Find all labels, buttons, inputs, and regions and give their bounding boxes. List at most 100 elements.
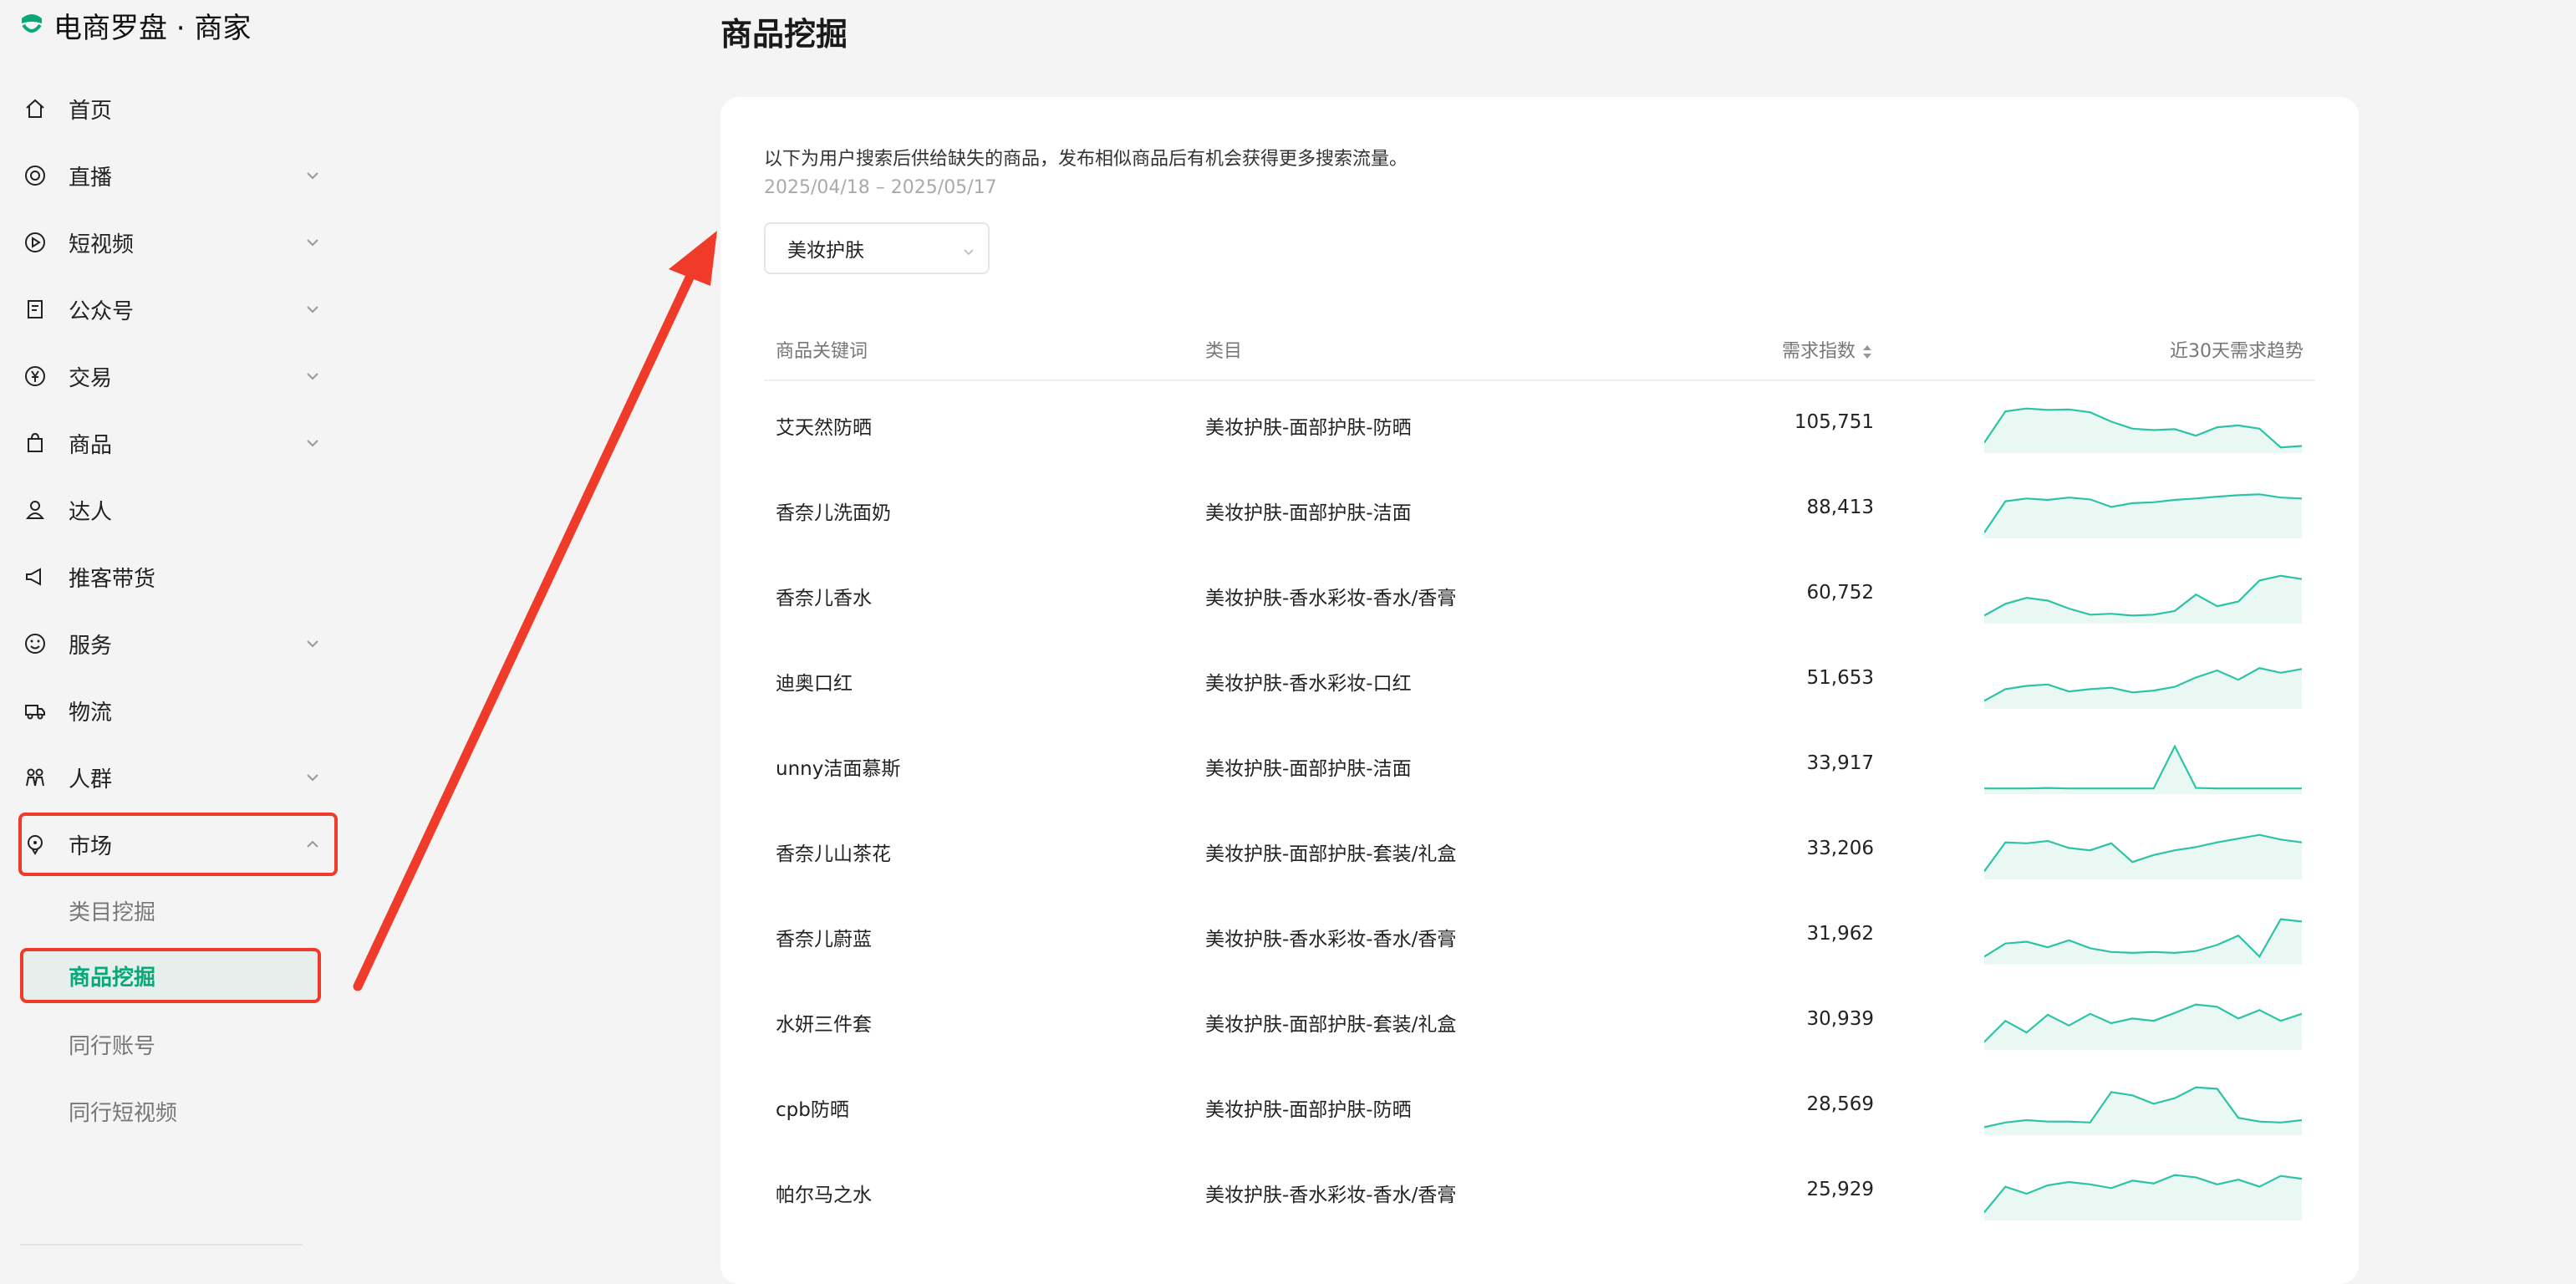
row-trend-sparkline: [1984, 574, 2302, 624]
yen-icon: [23, 364, 47, 388]
smile-icon: [23, 632, 47, 655]
table-header: 商品关键词 类目 需求指数 近30天需求趋势: [764, 314, 2315, 381]
row-keyword: 帕尔马之水: [776, 1185, 872, 1206]
row-keyword: cpb防晒: [776, 1099, 849, 1121]
row-keyword: 香奈儿洗面奶: [776, 502, 891, 524]
play-icon: [23, 231, 47, 254]
row-index: 28,569: [1806, 1093, 1874, 1115]
category-select[interactable]: 美妆护肤: [764, 222, 990, 274]
sidebar-subitem-label: 类目挖掘: [69, 899, 156, 925]
row-category: 美妆护肤-香水彩妆-香水/香膏: [1205, 1185, 1457, 1206]
chevron-down-icon: [301, 766, 324, 789]
chevron-down-icon: [301, 431, 324, 455]
sidebar-subitem-label: 同行账号: [69, 1033, 156, 1059]
brand[interactable]: 电商罗盘 · 商家: [18, 7, 252, 45]
row-index: 33,917: [1806, 752, 1874, 774]
content-card: 以下为用户搜索后供给缺失的商品，发布相似商品后有机会获得更多搜索流量。 2025…: [720, 97, 2359, 1284]
table-row[interactable]: 香奈儿山茶花 美妆护肤-面部护肤-套装/礼盒 33,206: [764, 808, 2315, 893]
table-row[interactable]: 艾天然防晒 美妆护肤-面部护肤-防晒 105,751: [764, 381, 2315, 466]
row-keyword: 香奈儿山茶花: [776, 843, 891, 865]
row-index: 33,206: [1806, 838, 1874, 859]
table-row[interactable]: cpb防晒 美妆护肤-面部护肤-防晒 28,569: [764, 1063, 2315, 1149]
header-index-label: 需求指数: [1781, 341, 1856, 362]
document-icon: [23, 298, 47, 321]
chevron-down-icon: [301, 298, 324, 321]
row-trend-sparkline: [1984, 1003, 2302, 1050]
sort-icon[interactable]: [1861, 343, 1874, 361]
sidebar-item-10[interactable]: 人群: [23, 752, 324, 802]
brand-title: 电商罗盘 · 商家: [53, 11, 252, 45]
sidebar-item-label: 人群: [69, 767, 113, 792]
sidebar-subitem-2[interactable]: 同行账号: [22, 1018, 321, 1070]
row-category: 美妆护肤-面部护肤-套装/礼盒: [1205, 1014, 1457, 1036]
header-index[interactable]: 需求指数: [1782, 336, 1874, 363]
chevron-down-icon: [961, 242, 976, 257]
sidebar-item-6[interactable]: 达人: [23, 485, 324, 535]
header-keyword: 商品关键词: [776, 341, 868, 362]
brand-logo-icon: [18, 12, 45, 38]
row-trend-sparkline: [1984, 1086, 2302, 1135]
sidebar-subitem-label: 同行短视频: [69, 1100, 178, 1126]
sidebar-item-7[interactable]: 推客带货: [23, 552, 324, 602]
row-trend-sparkline: [1984, 833, 2302, 879]
row-category: 美妆护肤-面部护肤-洁面: [1205, 758, 1412, 780]
sidebar-item-label: 交易: [69, 365, 113, 391]
table-row[interactable]: unny洁面慕斯 美妆护肤-面部护肤-洁面 33,917: [764, 722, 2315, 808]
sidebar-item-2[interactable]: 短视频: [23, 217, 324, 268]
category-select-value: 美妆护肤: [787, 240, 864, 262]
row-category: 美妆护肤-香水彩妆-香水/香膏: [1205, 929, 1457, 950]
sidebar-item-label: 推客带货: [69, 566, 156, 592]
row-category: 美妆护肤-面部护肤-防晒: [1205, 417, 1412, 439]
sidebar-item-5[interactable]: 商品: [23, 418, 324, 468]
row-index: 105,751: [1794, 411, 1874, 433]
row-index: 30,939: [1806, 1008, 1874, 1030]
product-table: 商品关键词 类目 需求指数 近30天需求趋势 艾天然防晒 美妆护肤-面部护肤-防…: [764, 314, 2315, 1234]
row-keyword: 水妍三件套: [776, 1014, 872, 1036]
row-category: 美妆护肤-面部护肤-套装/礼盒: [1205, 843, 1457, 865]
sparkline-area: [1984, 494, 2302, 538]
header-trend: 近30天需求趋势: [2170, 341, 2304, 362]
table-row[interactable]: 香奈儿蔚蓝 美妆护肤-香水彩妆-香水/香膏 31,962: [764, 893, 2315, 978]
chevron-down-icon: [301, 164, 324, 187]
sidebar-item-4[interactable]: 交易: [23, 351, 324, 401]
group-icon: [23, 766, 47, 789]
row-trend-sparkline: [1984, 1174, 2302, 1220]
row-index: 60,752: [1806, 582, 1874, 604]
sidebar-item-8[interactable]: 服务: [23, 619, 324, 669]
row-index: 51,653: [1806, 667, 1874, 689]
row-category: 美妆护肤-面部护肤-防晒: [1205, 1099, 1412, 1121]
sidebar-item-9[interactable]: 物流: [23, 685, 324, 736]
row-trend-sparkline: [1984, 918, 2302, 965]
sidebar-item-0[interactable]: 首页: [23, 84, 324, 134]
chevron-down-icon: [301, 632, 324, 655]
row-keyword: unny洁面慕斯: [776, 758, 901, 780]
row-category: 美妆护肤-香水彩妆-香水/香膏: [1205, 588, 1457, 609]
sidebar-subitem-0[interactable]: 类目挖掘: [22, 884, 321, 936]
home-icon: [23, 97, 47, 120]
sidebar-subitem-3[interactable]: 同行短视频: [22, 1085, 321, 1137]
sidebar-item-label: 商品: [69, 432, 113, 458]
row-index: 88,413: [1806, 497, 1874, 518]
sidebar-item-label: 公众号: [69, 298, 135, 324]
table-row[interactable]: 帕尔马之水 美妆护肤-香水彩妆-香水/香膏 25,929: [764, 1149, 2315, 1234]
table-row[interactable]: 香奈儿香水 美妆护肤-香水彩妆-香水/香膏 60,752: [764, 552, 2315, 637]
table-row[interactable]: 香奈儿洗面奶 美妆护肤-面部护肤-洁面 88,413: [764, 466, 2315, 552]
table-row[interactable]: 迪奥口红 美妆护肤-香水彩妆-口红 51,653: [764, 637, 2315, 722]
sparkline-area: [1984, 668, 2302, 709]
row-keyword: 艾天然防晒: [776, 417, 872, 439]
header-category: 类目: [1205, 341, 1243, 362]
bag-icon: [23, 431, 47, 455]
row-category: 美妆护肤-香水彩妆-口红: [1205, 673, 1412, 695]
sidebar-item-3[interactable]: 公众号: [23, 284, 324, 334]
row-keyword: 迪奥口红: [776, 673, 853, 695]
page-title: 商品挖掘: [720, 16, 848, 53]
user-icon: [23, 498, 47, 522]
row-index: 31,962: [1806, 923, 1874, 945]
table-body: 艾天然防晒 美妆护肤-面部护肤-防晒 105,751 香奈儿洗面奶 美妆护肤-面…: [764, 381, 2315, 1234]
page-description: 以下为用户搜索后供给缺失的商品，发布相似商品后有机会获得更多搜索流量。: [764, 149, 1408, 170]
sidebar-item-1[interactable]: 直播: [23, 150, 324, 201]
sparkline-area: [1984, 408, 2302, 453]
row-trend-sparkline: [1984, 407, 2302, 453]
table-row[interactable]: 水妍三件套 美妆护肤-面部护肤-套装/礼盒 30,939: [764, 978, 2315, 1063]
row-trend-sparkline: [1984, 493, 2302, 538]
